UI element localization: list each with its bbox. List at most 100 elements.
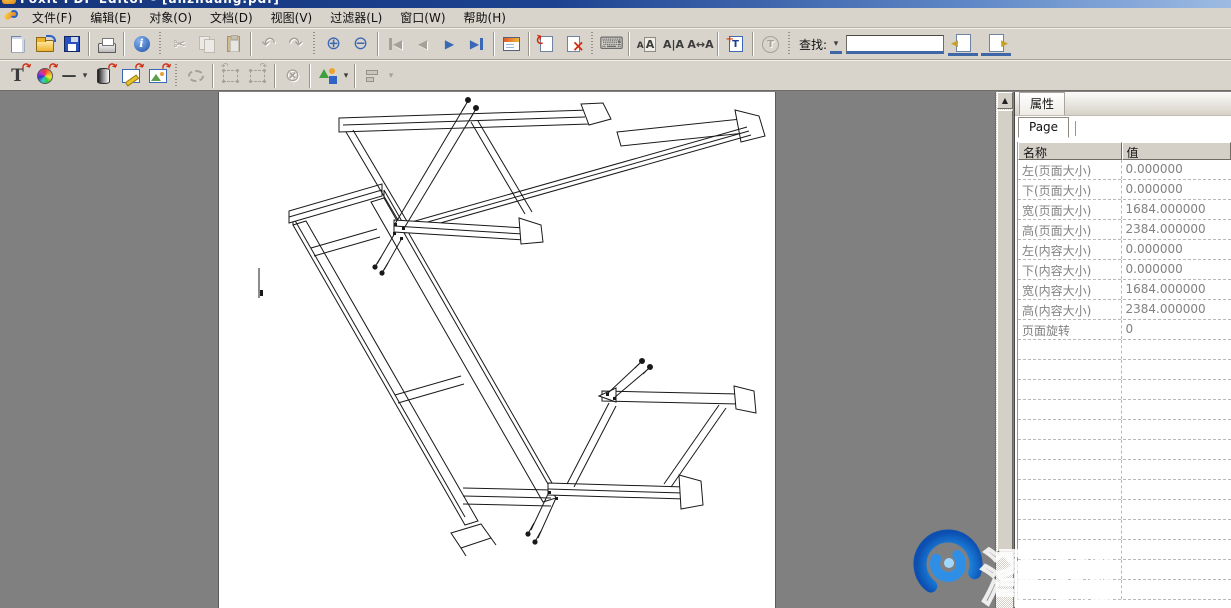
- menu-item-document[interactable]: 文档(D): [201, 7, 262, 28]
- first-page-icon: ◀: [389, 38, 402, 50]
- add-text-button[interactable]: T+: [722, 31, 749, 57]
- open-folder-icon: [36, 40, 54, 52]
- scrollbar-thumb[interactable]: [997, 110, 1013, 552]
- separator: [274, 64, 276, 88]
- open-button[interactable]: [31, 31, 58, 57]
- menu-item-filter[interactable]: 过滤器(L): [321, 7, 391, 28]
- toolbar-drag-handle[interactable]: [787, 32, 792, 56]
- shapes-tool[interactable]: [314, 63, 341, 89]
- line-tool-dropdown[interactable]: ▾: [80, 71, 90, 81]
- toolbar-drag-handle[interactable]: [312, 32, 317, 56]
- property-row[interactable]: 高(内容大小)2384.000000: [1018, 300, 1231, 320]
- font-size-button[interactable]: A|A: [660, 31, 687, 57]
- property-row[interactable]: 宽(内容大小)1684.000000: [1018, 280, 1231, 300]
- shapes-tool-dropdown[interactable]: ▾: [341, 71, 351, 81]
- table-row-empty: [1018, 520, 1231, 540]
- toolbar-drag-handle[interactable]: [158, 32, 163, 56]
- find-previous-button[interactable]: ◀: [948, 32, 978, 56]
- align-tool: [359, 63, 386, 89]
- menu-item-object[interactable]: 对象(O): [140, 7, 201, 28]
- property-row[interactable]: 左(页面大小)0.000000: [1018, 160, 1231, 180]
- find-next-button[interactable]: ▶: [981, 32, 1011, 56]
- vertical-scrollbar[interactable]: ▲: [995, 92, 1013, 608]
- separator: [717, 32, 719, 56]
- undo-button: ↶: [255, 31, 282, 57]
- find-options-dropdown[interactable]: ▾: [830, 34, 842, 54]
- pdf-page[interactable]: [218, 92, 776, 608]
- table-row-empty: [1018, 420, 1231, 440]
- shapes-icon: [319, 68, 337, 84]
- table-row-empty: [1018, 360, 1231, 380]
- delete-object-icon: ⊗: [285, 67, 300, 85]
- table-row-empty: [1018, 500, 1231, 520]
- table-row-empty: [1018, 400, 1231, 420]
- color-tool[interactable]: ↷: [31, 63, 58, 89]
- scroll-up-button[interactable]: ▲: [997, 92, 1013, 109]
- menu-item-window[interactable]: 窗口(W): [391, 7, 454, 28]
- edit-image-tool[interactable]: ↷: [117, 63, 144, 89]
- insert-page-button[interactable]: ↷: [533, 31, 560, 57]
- app-icon: [2, 0, 16, 4]
- page-layout-icon: [503, 37, 520, 51]
- property-row[interactable]: 页面旋转0: [1018, 320, 1231, 340]
- properties-title-tab[interactable]: 属性: [1019, 92, 1065, 115]
- property-row[interactable]: 下(页面大小)0.000000: [1018, 180, 1231, 200]
- next-page-button[interactable]: ▶: [436, 31, 463, 57]
- rotate-right-tool: ↷: [244, 63, 271, 89]
- align-tool-dropdown[interactable]: ▾: [386, 71, 396, 81]
- wireframe-ladder-drawing: [219, 92, 777, 608]
- property-row[interactable]: 左(内容大小)0.000000: [1018, 240, 1231, 260]
- pen-app-icon: [3, 10, 18, 25]
- property-row[interactable]: 高(页面大小)2384.000000: [1018, 220, 1231, 240]
- window-title: Foxit PDF Editor - [anzhuang.pdf]: [20, 0, 280, 7]
- properties-panel: 属性 Page 名称 值 左(页面大小)0.000000 下(页面大小)0.00…: [1014, 92, 1231, 608]
- delete-object-tool: ⊗: [279, 63, 306, 89]
- page-layout-button[interactable]: [498, 31, 525, 57]
- zoom-in-button[interactable]: ⊕: [320, 31, 347, 57]
- workspace: ▲ 属性 Page 名称 值 左(页面大小)0.000000 下(页面大小)0.…: [0, 92, 1231, 608]
- toolbar-drag-handle[interactable]: [590, 32, 595, 56]
- add-image-tool[interactable]: ↷: [144, 63, 171, 89]
- new-button[interactable]: [4, 31, 31, 57]
- column-header-name[interactable]: 名称: [1018, 142, 1122, 160]
- save-button[interactable]: [58, 31, 85, 57]
- property-row[interactable]: 宽(页面大小)1684.000000: [1018, 200, 1231, 220]
- font-replace-button[interactable]: AA: [633, 31, 660, 57]
- rotate-right-icon: ↷: [250, 70, 265, 82]
- align-icon: [366, 69, 380, 83]
- print-button[interactable]: [93, 31, 120, 57]
- column-header-value[interactable]: 值: [1122, 142, 1231, 160]
- undo-arrow-icon: ↶: [261, 36, 275, 53]
- paste-button: [220, 31, 247, 57]
- menu-item-edit[interactable]: 编辑(E): [81, 7, 140, 28]
- properties-panel-header: 属性: [1015, 92, 1231, 116]
- delete-page-button[interactable]: ×: [560, 31, 587, 57]
- paste-clipboard-icon: [227, 36, 240, 52]
- menu-item-view[interactable]: 视图(V): [262, 7, 322, 28]
- redo-button: ↷: [282, 31, 309, 57]
- object-toolbar: T ↷ ↷ — ▾ ↷ ↷ ↷ ↶ ↷ ⊗: [0, 60, 1231, 91]
- last-page-button[interactable]: ▶: [463, 31, 490, 57]
- toolbar-drag-handle[interactable]: [174, 64, 179, 88]
- line-tool[interactable]: —: [58, 63, 80, 89]
- edit-text-tool[interactable]: T ↷: [4, 63, 31, 89]
- tab-page[interactable]: Page: [1018, 117, 1069, 138]
- separator: [250, 32, 252, 56]
- separator: [354, 64, 356, 88]
- menu-item-file[interactable]: 文件(F): [23, 7, 81, 28]
- select-area-tool: [182, 63, 209, 89]
- font-replace-icon: AA: [637, 38, 656, 51]
- property-row[interactable]: 下(内容大小)0.000000: [1018, 260, 1231, 280]
- find-input[interactable]: [846, 35, 944, 54]
- save-floppy-icon: [64, 36, 80, 52]
- font-spacing-button[interactable]: A↔A: [687, 31, 714, 57]
- document-info-button[interactable]: i: [128, 31, 155, 57]
- next-page-icon: ▶: [445, 38, 454, 50]
- menu-bar: 文件(F) 编辑(E) 对象(O) 文档(D) 视图(V) 过滤器(L) 窗口(…: [0, 8, 1231, 28]
- shading-tool[interactable]: ↷: [90, 63, 117, 89]
- virtual-keyboard-button[interactable]: ⌨: [598, 31, 625, 57]
- table-row-empty: [1018, 460, 1231, 480]
- zoom-out-button[interactable]: ⊖: [347, 31, 374, 57]
- zoom-in-icon: ⊕: [326, 35, 341, 53]
- menu-item-help[interactable]: 帮助(H): [455, 7, 515, 28]
